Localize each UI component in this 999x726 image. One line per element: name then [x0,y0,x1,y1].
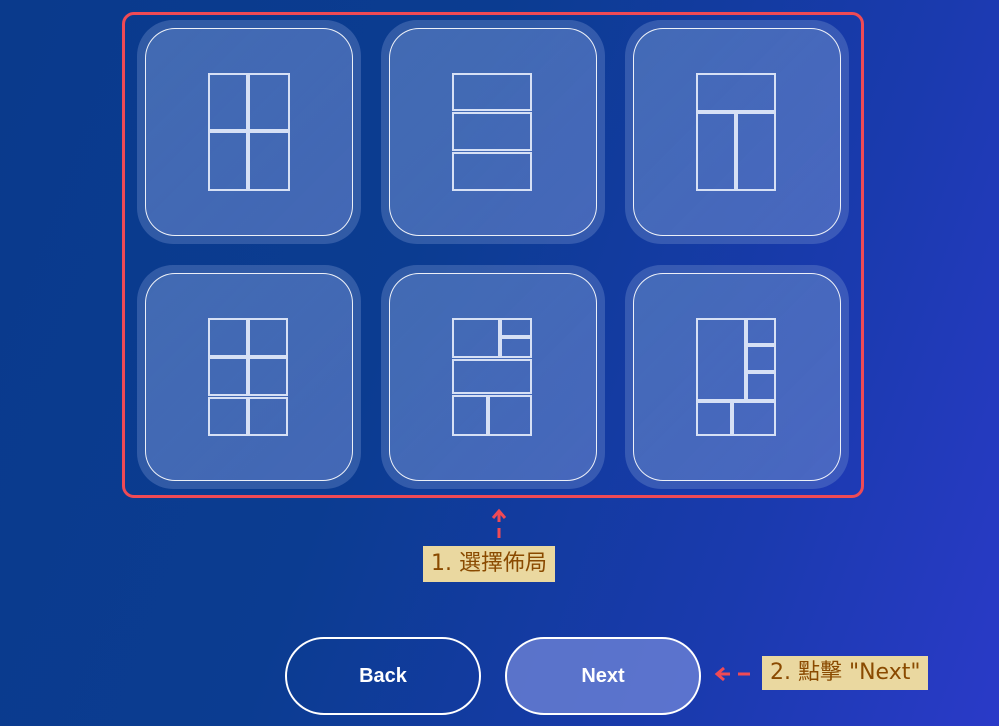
layout-top-2-columns-icon [696,73,776,191]
layout-grid [137,20,849,490]
step2-caption: 2. 點擊 "Next" [762,656,929,690]
layout-option-grid-2x3[interactable] [137,265,361,489]
layout-mixed-collage-icon [452,318,532,436]
arrow-up-icon [491,508,507,538]
layout-option-mixed-collage[interactable] [381,265,605,489]
layout-option-grid-2x2[interactable] [137,20,361,244]
next-button[interactable]: Next [505,637,701,715]
arrow-left-icon [714,666,750,682]
layout-option-rows-3[interactable] [381,20,605,244]
step1-caption: 1. 選擇佈局 [423,546,555,582]
layout-option-big-left-collage[interactable] [625,265,849,489]
layout-big-left-collage-icon [696,318,776,436]
layout-2x3-icon [208,318,288,436]
layout-2x2-icon [208,73,290,191]
layout-option-top-plus-2-columns[interactable] [625,20,849,244]
layout-3-rows-icon [452,73,532,191]
back-button[interactable]: Back [285,637,481,715]
